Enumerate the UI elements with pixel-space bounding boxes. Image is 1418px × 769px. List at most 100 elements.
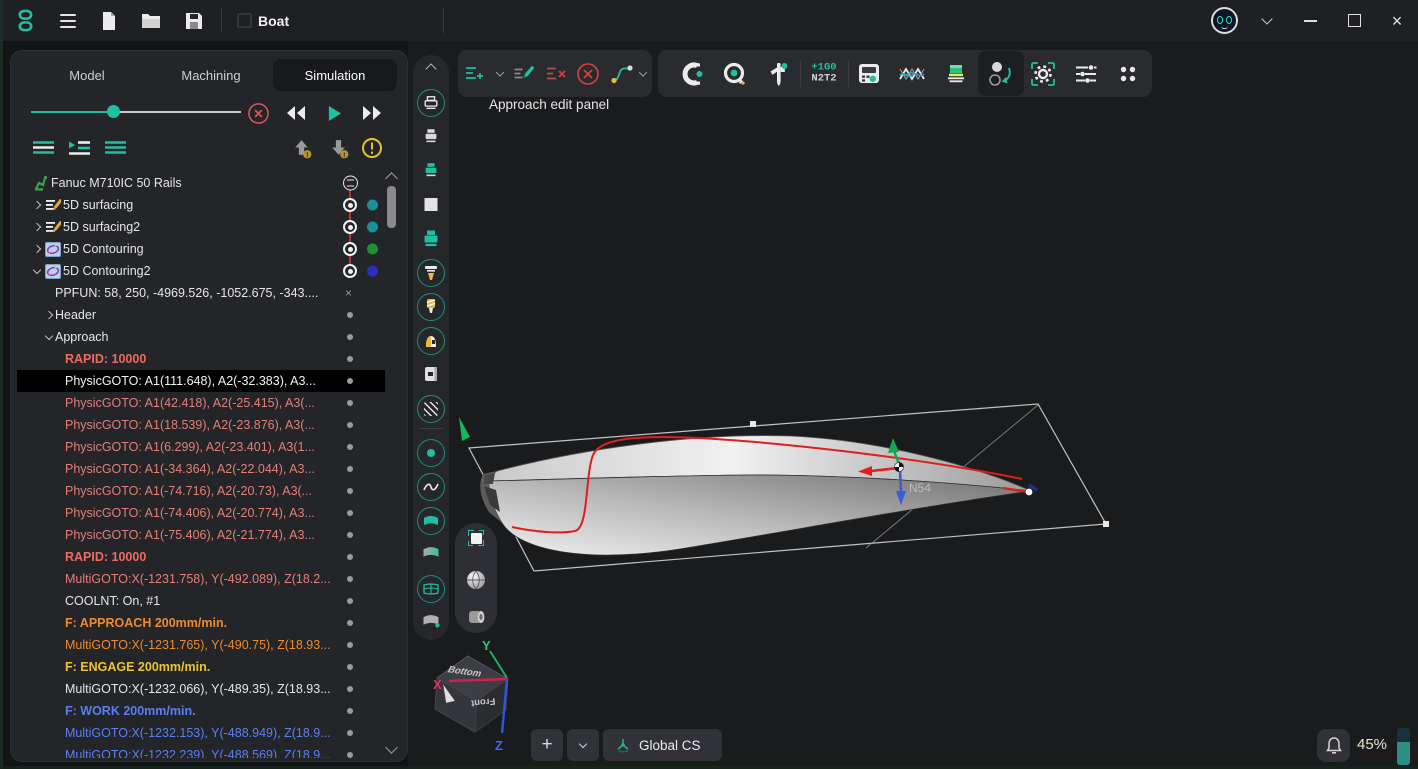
add-commands-icon[interactable]: [464, 65, 486, 83]
fast-forward-icon[interactable]: [358, 99, 386, 127]
surface-point-icon[interactable]: [421, 613, 441, 628]
list-compact-icon[interactable]: [101, 135, 131, 161]
hatch-stock-icon[interactable]: [417, 395, 445, 423]
operation-radio-icon[interactable]: [343, 264, 357, 278]
expand-icon[interactable]: [31, 221, 43, 233]
list-flat-icon[interactable]: [29, 135, 59, 161]
collapse-icon[interactable]: [43, 331, 55, 343]
collapse-icon[interactable]: [31, 265, 43, 277]
add-cs-button[interactable]: +: [531, 729, 563, 761]
minimize-icon[interactable]: [1296, 0, 1324, 41]
edit-commands-icon[interactable]: [513, 64, 536, 83]
tree-row[interactable]: PhysicGOTO: A1(42.418), A2(-25.415), A3(…: [17, 392, 385, 414]
operation-radio-icon[interactable]: [343, 242, 357, 256]
fit-selection-icon[interactable]: [468, 530, 484, 546]
close-icon[interactable]: ×: [1383, 0, 1411, 41]
parameters-icon[interactable]: [1073, 63, 1099, 85]
document-icon[interactable]: [423, 365, 439, 383]
prev-issue-icon[interactable]: !: [286, 135, 316, 161]
operation-radio-icon[interactable]: [343, 198, 357, 212]
tab-model[interactable]: Model: [25, 59, 149, 91]
tree-row[interactable]: RAPID: 10000: [17, 546, 385, 568]
expand-icon[interactable]: [31, 243, 43, 255]
expand-icon[interactable]: [43, 309, 55, 321]
tree-row[interactable]: F: APPROACH 200mm/min.: [17, 612, 385, 634]
point-icon[interactable]: [417, 439, 445, 467]
machine-head-icon[interactable]: [417, 89, 445, 117]
cancel-simulation-icon[interactable]: [244, 99, 272, 127]
tree-row[interactable]: 5D surfacing: [17, 194, 385, 216]
tree-row[interactable]: RAPID: 10000: [17, 348, 385, 370]
tree-row[interactable]: PhysicGOTO: A1(6.299), A2(-23.401), A3(1…: [17, 436, 385, 458]
machining-settings-icon[interactable]: [1029, 60, 1057, 88]
more-apps-icon[interactable]: [1117, 63, 1139, 85]
warnings-icon[interactable]: [357, 135, 387, 161]
hide-operation-icon[interactable]: [343, 176, 358, 191]
simulation-progress-knob[interactable]: [107, 105, 120, 118]
insert-gcode-icon[interactable]: +1G0 N2T2: [811, 62, 836, 85]
measure-tape-icon[interactable]: [722, 61, 748, 87]
workpiece-layers-icon[interactable]: [944, 62, 968, 86]
curve-icon[interactable]: [417, 473, 445, 501]
tree-row[interactable]: PhysicGOTO: A1(-74.406), A2(-20.774), A3…: [17, 502, 385, 524]
snap-magnet-icon[interactable]: [679, 61, 705, 87]
scroll-up-icon[interactable]: [385, 172, 398, 185]
cs-selector-button[interactable]: Global CS: [603, 729, 722, 761]
tree-row[interactable]: 5D Contouring2: [17, 260, 385, 282]
remove-commands-icon[interactable]: [545, 65, 567, 83]
save-icon[interactable]: [183, 0, 205, 41]
play-icon[interactable]: [320, 99, 348, 127]
tree-row[interactable]: PhysicGOTO: A1(-75.406), A2(-21.774), A3…: [17, 524, 385, 546]
surface-icon[interactable]: [417, 507, 445, 535]
goto-operation-icon[interactable]: [986, 59, 1016, 89]
remove-icon[interactable]: ×: [345, 286, 352, 300]
tree-row[interactable]: 5D Contouring: [17, 238, 385, 260]
delete-icon[interactable]: [576, 62, 600, 86]
maximize-icon[interactable]: [1340, 0, 1368, 41]
tree-row[interactable]: PhysicGOTO: A1(-34.364), A2(-22.044), A3…: [17, 458, 385, 480]
next-issue-icon[interactable]: !: [323, 135, 353, 161]
head-small-icon[interactable]: [422, 127, 440, 144]
tree-row[interactable]: F: WORK 200mm/min.: [17, 700, 385, 722]
notifications-button[interactable]: [1317, 729, 1350, 762]
tree-row[interactable]: F: ENGAGE 200mm/min.: [17, 656, 385, 678]
menu-icon[interactable]: [55, 0, 81, 41]
expand-icon[interactable]: [31, 199, 43, 211]
tree-row[interactable]: MultiGOTO:X(-1232.153), Y(-488.949), Z(1…: [17, 722, 385, 744]
tree-row[interactable]: PhysicGOTO: A1(-74.716), A2(-20.73), A3(…: [17, 480, 385, 502]
tree-row[interactable]: MultiGOTO:X(-1232.066), Y(-489.35), Z(18…: [17, 678, 385, 700]
tree-row[interactable]: Approach: [17, 326, 385, 348]
chevron-down-icon[interactable]: [497, 72, 503, 75]
tree-row[interactable]: PPFUN: 58, 250, -4969.526, -1052.675, -3…: [17, 282, 385, 304]
mesh-surface-icon[interactable]: [417, 575, 445, 603]
tree-row[interactable]: COOLNT: On, #1: [17, 590, 385, 612]
tree-row[interactable]: Fanuc M710IC 50 Rails: [17, 172, 385, 194]
tree-row[interactable]: MultiGOTO:X(-1231.758), Y(-492.089), Z(1…: [17, 568, 385, 590]
tool-holder-icon[interactable]: [417, 259, 445, 287]
scroll-down-icon[interactable]: [385, 741, 398, 754]
chevron-down-icon[interactable]: [640, 72, 646, 75]
open-file-icon[interactable]: [139, 0, 163, 41]
tree-row[interactable]: MultiGOTO:X(-1231.765), Y(-490.75), Z(18…: [17, 634, 385, 656]
caliper-icon[interactable]: [767, 61, 791, 87]
tree-row[interactable]: PhysicGOTO: A1(111.648), A2(-32.383), A3…: [17, 370, 385, 392]
tree-row[interactable]: PhysicGOTO: A1(18.539), A2(-23.876), A3(…: [17, 414, 385, 436]
operation-radio-icon[interactable]: [343, 220, 357, 234]
scroll-up-icon[interactable]: [427, 61, 435, 73]
tab-simulation[interactable]: Simulation: [273, 59, 397, 91]
surface-gray-icon[interactable]: [421, 545, 441, 560]
calculator-icon[interactable]: [856, 62, 882, 86]
tree-row[interactable]: MultiGOTO:X(-1232.239), Y(-488.569), Z(1…: [17, 744, 385, 758]
grinding-wheel-icon[interactable]: [465, 607, 487, 627]
new-file-icon[interactable]: [98, 0, 120, 41]
signals-icon[interactable]: [898, 63, 926, 85]
workpiece-icon[interactable]: [417, 327, 445, 355]
tree-row[interactable]: 5D surfacing2: [17, 216, 385, 238]
user-avatar[interactable]: [1208, 0, 1240, 41]
head-active-icon[interactable]: [422, 161, 440, 178]
project-checkbox-icon[interactable]: [232, 0, 256, 41]
viewport-3d[interactable]: [408, 41, 1418, 769]
tab-machining[interactable]: Machining: [149, 59, 273, 91]
scrollbar-thumb[interactable]: [387, 186, 396, 228]
head-teal-icon[interactable]: [421, 229, 441, 248]
